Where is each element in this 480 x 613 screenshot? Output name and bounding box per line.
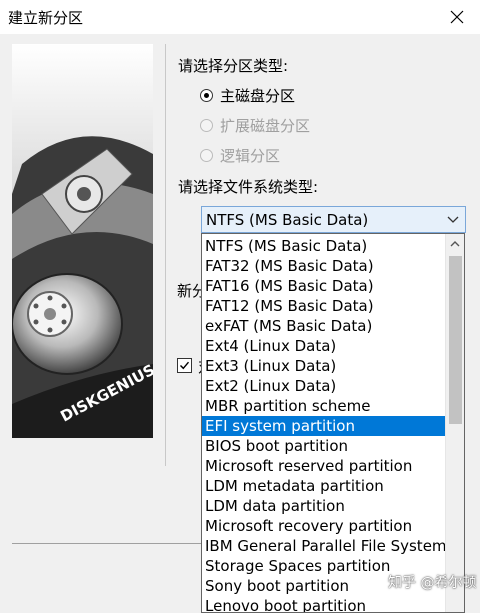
hard-disk-illustration: DISKGENIUS <box>12 44 153 438</box>
partition-type-label: 请选择分区类型: <box>178 57 289 75</box>
dropdown-items: NTFS (MS Basic Data) FAT32 (MS Basic Data… <box>202 236 445 612</box>
chevron-down-icon <box>447 216 459 223</box>
close-icon <box>450 10 464 24</box>
dropdown-item[interactable]: FAT12 (MS Basic Data) <box>202 296 445 316</box>
dropdown-item[interactable]: IBM General Parallel File System(GPFS) <box>202 536 445 556</box>
close-button[interactable] <box>434 0 480 34</box>
window-title: 建立新分区 <box>8 9 84 27</box>
dropdown-item[interactable]: exFAT (MS Basic Data) <box>202 316 445 336</box>
filesystem-type-label: 请选择文件系统类型: <box>178 178 319 196</box>
dropdown-item[interactable]: LDM metadata partition <box>202 476 445 496</box>
checkmark-icon <box>180 361 190 370</box>
dropdown-item[interactable]: FAT32 (MS Basic Data) <box>202 256 445 276</box>
radio-logical-partition: 逻辑分区 <box>200 144 280 166</box>
dropdown-item[interactable]: LDM data partition <box>202 496 445 516</box>
title-bar: 建立新分区 <box>0 0 480 34</box>
dropdown-item[interactable]: Ext2 (Linux Data) <box>202 376 445 396</box>
radio-selected-icon <box>200 88 213 102</box>
radio-label: 主磁盘分区 <box>220 86 296 105</box>
dropdown-item[interactable]: EFI system partition <box>202 416 445 436</box>
filesystem-dropdown[interactable]: NTFS (MS Basic Data) <box>201 206 466 233</box>
dropdown-scrollbar[interactable] <box>445 234 464 612</box>
bottom-divider <box>12 543 201 544</box>
dropdown-item[interactable]: BIOS boot partition <box>202 436 445 456</box>
watermark: 知乎 @希尔顿 <box>388 575 477 591</box>
dropdown-item[interactable]: NTFS (MS Basic Data) <box>202 236 445 256</box>
dropdown-item[interactable]: MBR partition scheme <box>202 396 445 416</box>
radio-label: 扩展磁盘分区 <box>220 116 311 135</box>
dropdown-selected-value: NTFS (MS Basic Data) <box>206 211 369 229</box>
dropdown-item[interactable]: Ext4 (Linux Data) <box>202 336 445 356</box>
dropdown-item[interactable]: FAT16 (MS Basic Data) <box>202 276 445 296</box>
radio-primary-partition[interactable]: 主磁盘分区 <box>200 84 295 106</box>
chevron-up-icon <box>450 240 460 246</box>
scroll-thumb[interactable] <box>449 256 462 424</box>
radio-extended-partition: 扩展磁盘分区 <box>200 114 310 136</box>
scroll-up-button[interactable] <box>446 234 464 252</box>
dropdown-item[interactable]: Microsoft reserved partition <box>202 456 445 476</box>
radio-empty-icon <box>200 148 213 162</box>
radio-empty-icon <box>200 118 213 132</box>
filesystem-dropdown-list[interactable]: NTFS (MS Basic Data) FAT32 (MS Basic Data… <box>201 233 465 613</box>
dropdown-item[interactable]: Microsoft recovery partition <box>202 516 445 536</box>
dropdown-item[interactable]: Ext3 (Linux Data) <box>202 356 445 376</box>
checkbox[interactable] <box>177 358 192 373</box>
diskgenius-banner: DISKGENIUS <box>12 44 153 438</box>
vertical-divider <box>165 44 166 466</box>
radio-label: 逻辑分区 <box>220 146 281 165</box>
